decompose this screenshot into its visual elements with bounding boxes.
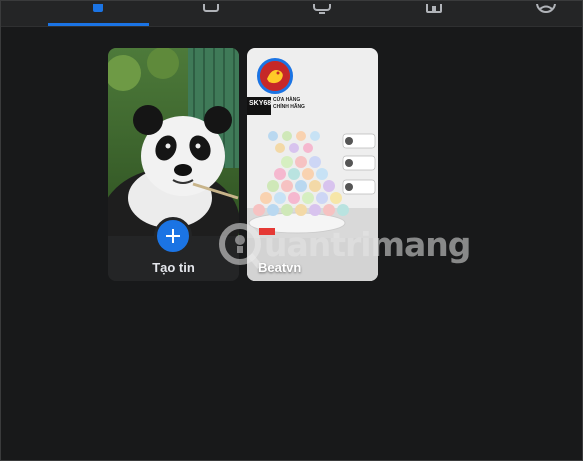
brand-subtitle-line2: CHÍNH HÃNG — [273, 104, 305, 110]
tab-video[interactable] — [161, 1, 261, 26]
brand-subtitle: CỬA HÀNG CHÍNH HÃNG — [273, 97, 305, 111]
create-story-card[interactable]: Tạo tin — [108, 48, 239, 281]
home-icon — [93, 3, 103, 12]
brand-subtitle-line1: CỬA HÀNG — [273, 97, 301, 103]
plus-icon — [166, 229, 180, 243]
create-story-label: Tạo tin — [152, 260, 195, 275]
story-author-name: Beatvn — [258, 260, 302, 275]
tab-profile[interactable] — [496, 1, 582, 26]
story-card[interactable]: SKY68 CỬA HÀNG CHÍNH HÃNG Beatvn — [247, 48, 378, 281]
marketplace-icon — [426, 3, 442, 13]
top-navigation-bar — [1, 1, 582, 27]
dragon-logo-icon — [260, 61, 290, 91]
profile-icon — [536, 3, 556, 13]
tab-marketplace[interactable] — [384, 1, 484, 26]
add-story-button[interactable] — [154, 217, 192, 255]
active-tab-indicator — [48, 23, 149, 26]
app-window: Tạo tin SKY68 CỬA HÀNG CHÍNH HÃNG Beatvn… — [0, 0, 583, 461]
brand-tag: SKY68 — [247, 97, 271, 115]
gaming-icon — [313, 3, 331, 14]
video-icon — [203, 3, 219, 12]
story-author-avatar — [257, 58, 293, 94]
profile-photo-panda — [108, 48, 239, 236]
tab-gaming[interactable] — [272, 1, 372, 26]
